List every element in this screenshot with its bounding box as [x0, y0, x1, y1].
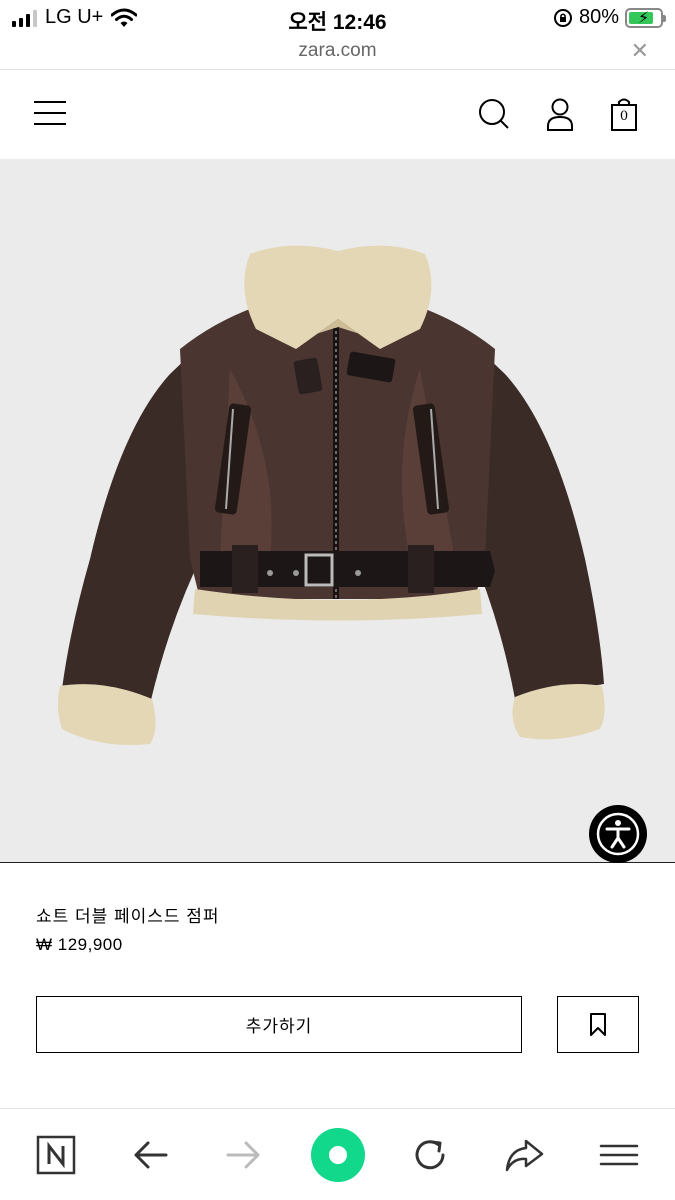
- naver-n-button[interactable]: [34, 1133, 78, 1177]
- product-price: ₩ 129,900: [36, 935, 123, 954]
- share-icon: [505, 1139, 544, 1172]
- green-dot-icon[interactable]: [311, 1128, 365, 1182]
- menu-lines-icon: [599, 1144, 639, 1166]
- site-header: 0: [0, 71, 675, 159]
- forward-button[interactable]: [222, 1133, 266, 1177]
- bookmark-button[interactable]: [557, 996, 639, 1053]
- product-image[interactable]: [0, 159, 675, 863]
- naver-n-icon: [36, 1135, 76, 1175]
- add-to-cart-button[interactable]: 추가하기: [36, 996, 522, 1053]
- battery-icon: ⚡: [625, 7, 666, 28]
- user-icon[interactable]: [543, 97, 577, 133]
- reload-icon: [415, 1140, 445, 1170]
- status-right: 80% ⚡: [553, 6, 666, 29]
- share-button[interactable]: [502, 1133, 546, 1177]
- bookmark-icon: [590, 1012, 606, 1036]
- forward-arrow-icon: [226, 1141, 260, 1169]
- shopping-bag-icon[interactable]: 0: [607, 97, 641, 133]
- accessibility-icon: [596, 812, 640, 856]
- close-icon[interactable]: ✕: [631, 38, 649, 64]
- orientation-lock-icon: [553, 8, 572, 27]
- menu-button[interactable]: [597, 1133, 641, 1177]
- jacket-image: [57, 245, 605, 745]
- url-text[interactable]: zara.com: [0, 40, 675, 62]
- back-button[interactable]: [128, 1133, 172, 1177]
- url-bar: zara.com ✕: [0, 36, 675, 70]
- back-arrow-icon: [134, 1141, 168, 1169]
- browser-toolbar: [0, 1108, 675, 1200]
- accessibility-button[interactable]: [589, 805, 647, 863]
- bag-count: 0: [619, 109, 629, 124]
- search-icon[interactable]: [477, 97, 511, 133]
- reload-button[interactable]: [408, 1133, 452, 1177]
- status-bar: LG U+ 오전 12:46 80% ⚡: [0, 0, 675, 36]
- battery-percent: 80%: [578, 6, 619, 28]
- hamburger-menu-icon[interactable]: [34, 101, 66, 125]
- product-name: 쇼트 더블 페이스드 점퍼: [36, 907, 220, 926]
